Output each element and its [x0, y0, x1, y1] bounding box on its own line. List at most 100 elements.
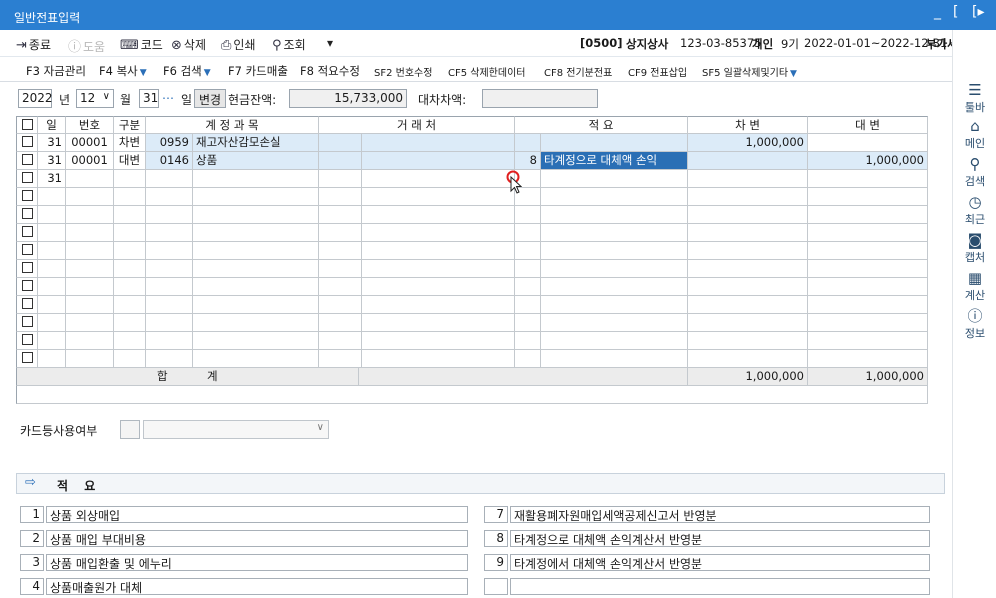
cell-type[interactable] — [114, 188, 146, 206]
table-row[interactable]: 31 00001 차변 0959 재고자산감모손실 1,000,000 — [16, 134, 928, 152]
memo-option[interactable]: 9 타계정에서 대체액 손익계산서 반영분 — [484, 554, 930, 571]
cf8-button[interactable]: CF8 전기분전표 — [544, 64, 612, 79]
cell-debit[interactable] — [688, 224, 808, 242]
cell-type[interactable] — [114, 314, 146, 332]
close-button[interactable]: ⇥ 종료 — [16, 36, 51, 53]
row-checkbox[interactable] — [16, 170, 38, 188]
cell-partner-name[interactable] — [362, 152, 515, 170]
cell-debit[interactable] — [688, 314, 808, 332]
cell-type[interactable] — [114, 350, 146, 368]
cell-no[interactable] — [66, 170, 114, 188]
cell-day[interactable]: 31 — [38, 152, 66, 170]
cf9-button[interactable]: CF9 전표삽입 — [628, 64, 687, 79]
row-checkbox[interactable] — [16, 296, 38, 314]
cell-account-name[interactable]: 상품 — [193, 152, 319, 170]
row-checkbox[interactable] — [16, 314, 38, 332]
cell-credit[interactable] — [808, 278, 928, 296]
cell-credit[interactable] — [808, 350, 928, 368]
cell-account-name[interactable] — [193, 188, 319, 206]
maximize-button[interactable]: [ — [953, 4, 958, 20]
cell-debit[interactable] — [688, 242, 808, 260]
table-row[interactable] — [16, 332, 928, 350]
f6-button[interactable]: F6 검색 ▼ — [163, 63, 211, 79]
delete-button[interactable]: ⊗ 삭제 — [171, 36, 206, 53]
table-row[interactable] — [16, 260, 928, 278]
cell-type[interactable] — [114, 260, 146, 278]
memo-option[interactable]: 1 상품 외상매입 — [20, 506, 468, 523]
memo-option[interactable]: 8 타계정으로 대체액 손익계산서 반영분 — [484, 530, 930, 547]
cell-memo-no[interactable] — [515, 224, 541, 242]
cell-debit[interactable] — [688, 332, 808, 350]
cell-memo-no[interactable]: 8 — [515, 152, 541, 170]
row-checkbox[interactable] — [16, 260, 38, 278]
cell-memo-text[interactable]: 타계정으로 대체액 손익 — [541, 152, 688, 170]
table-row[interactable]: 31 00001 대변 0146 상품 8 타계정으로 대체액 손익 1,000,000 — [16, 152, 928, 170]
row-checkbox[interactable] — [16, 224, 38, 242]
cell-debit[interactable] — [688, 278, 808, 296]
cell-partner-name[interactable] — [362, 332, 515, 350]
cell-credit[interactable] — [808, 134, 928, 152]
cell-day[interactable] — [38, 314, 66, 332]
table-row[interactable] — [16, 296, 928, 314]
cell-day[interactable] — [38, 188, 66, 206]
card-usage-code[interactable] — [120, 420, 140, 439]
cell-partner-name[interactable] — [362, 296, 515, 314]
cell-account-name[interactable] — [193, 314, 319, 332]
sidebar-info[interactable]: ⓘ 정보 — [953, 308, 996, 341]
f4-button[interactable]: F4 복사 ▼ — [99, 63, 147, 79]
cell-memo-no[interactable] — [515, 350, 541, 368]
cell-memo-text[interactable] — [541, 296, 688, 314]
row-checkbox[interactable] — [16, 332, 38, 350]
cell-day[interactable] — [38, 278, 66, 296]
cell-no[interactable] — [66, 314, 114, 332]
exit-window-button[interactable]: [▸ — [972, 4, 985, 20]
cell-debit[interactable] — [688, 296, 808, 314]
cell-credit[interactable] — [808, 332, 928, 350]
cell-day[interactable]: 31 — [38, 134, 66, 152]
month-select[interactable]: 12 ∨ — [76, 89, 114, 108]
day-input[interactable]: 31 — [139, 89, 159, 108]
table-row[interactable] — [16, 206, 928, 224]
cell-account-name[interactable] — [193, 296, 319, 314]
sidebar-recent[interactable]: ◷ 최근 — [953, 194, 996, 227]
cell-no[interactable] — [66, 296, 114, 314]
row-checkbox[interactable] — [16, 242, 38, 260]
cell-account-name[interactable] — [193, 260, 319, 278]
cell-memo-text[interactable] — [541, 350, 688, 368]
cell-account-code[interactable] — [146, 350, 193, 368]
cell-day[interactable]: 31 — [38, 170, 66, 188]
cell-debit[interactable] — [688, 188, 808, 206]
cell-partner-name[interactable] — [362, 206, 515, 224]
row-checkbox[interactable] — [16, 350, 38, 368]
cell-credit[interactable] — [808, 170, 928, 188]
cell-credit[interactable]: 1,000,000 — [808, 152, 928, 170]
cell-memo-text[interactable] — [541, 242, 688, 260]
cell-type[interactable] — [114, 332, 146, 350]
memo-option[interactable]: 3 상품 매입환출 및 에누리 — [20, 554, 468, 571]
cell-credit[interactable] — [808, 260, 928, 278]
memo-option[interactable]: 4 상품매출원가 대체 — [20, 578, 468, 595]
cell-no[interactable] — [66, 350, 114, 368]
cell-day[interactable] — [38, 296, 66, 314]
cell-partner-name[interactable] — [362, 134, 515, 152]
cell-partner-code[interactable] — [319, 296, 362, 314]
cell-type[interactable] — [114, 224, 146, 242]
cell-partner-code[interactable] — [319, 224, 362, 242]
cell-day[interactable] — [38, 224, 66, 242]
cell-memo-no[interactable] — [515, 134, 541, 152]
cell-account-code[interactable] — [146, 260, 193, 278]
cell-memo-text[interactable] — [541, 206, 688, 224]
cell-debit[interactable] — [688, 152, 808, 170]
search-button[interactable]: ⚲ 조회 — [272, 36, 306, 53]
cell-account-name[interactable] — [193, 242, 319, 260]
cell-partner-code[interactable] — [319, 332, 362, 350]
cell-account-code[interactable] — [146, 278, 193, 296]
cell-day[interactable] — [38, 260, 66, 278]
cell-type[interactable] — [114, 296, 146, 314]
cell-no[interactable]: 00001 — [66, 134, 114, 152]
cell-credit[interactable] — [808, 188, 928, 206]
cell-memo-no[interactable] — [515, 332, 541, 350]
change-button[interactable]: 변경 — [194, 89, 226, 108]
cell-partner-code[interactable] — [319, 134, 362, 152]
more-button[interactable]: ▾ — [327, 36, 333, 50]
